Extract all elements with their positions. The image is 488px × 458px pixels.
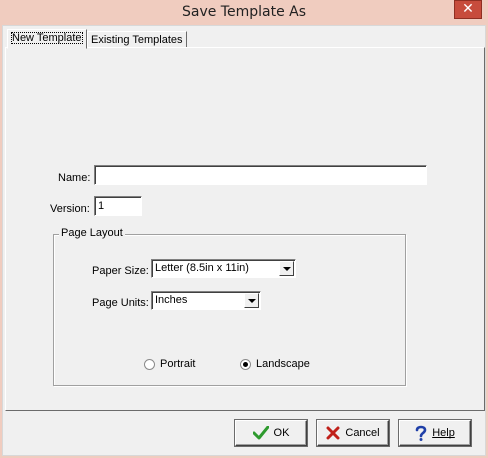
help-button[interactable]: Help: [399, 420, 471, 446]
check-icon: [252, 426, 269, 440]
close-button[interactable]: ✕: [454, 0, 482, 19]
page-layout-title: Page Layout: [59, 227, 125, 239]
name-field[interactable]: [94, 165, 427, 185]
cancel-button[interactable]: Cancel: [317, 420, 389, 446]
chevron-down-icon[interactable]: [279, 261, 294, 276]
dialog-client-area: New Template Existing Templates Name: Ve…: [2, 25, 486, 456]
paper-size-label: Paper Size:: [92, 265, 149, 277]
window-title: Save Template As: [181, 4, 307, 20]
tab-new-template-label: New Template: [11, 32, 83, 44]
ok-button-label: OK: [273, 427, 290, 439]
portrait-radio[interactable]: [144, 359, 155, 370]
version-field[interactable]: 1: [94, 196, 142, 216]
tab-new-template[interactable]: New Template: [7, 29, 87, 49]
name-label: Name:: [58, 172, 91, 184]
landscape-radio[interactable]: [240, 359, 251, 370]
paper-size-select[interactable]: Letter (8.5in x 11in): [151, 259, 296, 278]
x-icon: [326, 426, 340, 440]
save-template-dialog: Save Template As ✕ New Template Existing…: [0, 0, 488, 458]
new-template-panel: Name: Version: 1 Page Layout Paper Size:…: [5, 47, 485, 411]
cancel-button-label: Cancel: [345, 427, 380, 439]
page-layout-group: Page Layout Paper Size: Letter (8.5in x …: [53, 227, 406, 386]
paper-size-value: Letter (8.5in x 11in): [155, 262, 249, 274]
chevron-down-icon[interactable]: [244, 293, 259, 308]
close-icon: ✕: [462, 1, 474, 17]
portrait-label[interactable]: Portrait: [160, 358, 195, 370]
landscape-label[interactable]: Landscape: [256, 358, 310, 370]
page-units-value: Inches: [155, 294, 188, 306]
page-units-label: Page Units:: [92, 297, 149, 309]
question-icon: [415, 425, 427, 441]
tab-existing-templates-label: Existing Templates: [91, 34, 183, 46]
ok-button[interactable]: OK: [235, 420, 307, 446]
page-units-select[interactable]: Inches: [151, 291, 261, 310]
help-button-label: Help: [432, 427, 455, 439]
version-label: Version:: [50, 203, 90, 215]
